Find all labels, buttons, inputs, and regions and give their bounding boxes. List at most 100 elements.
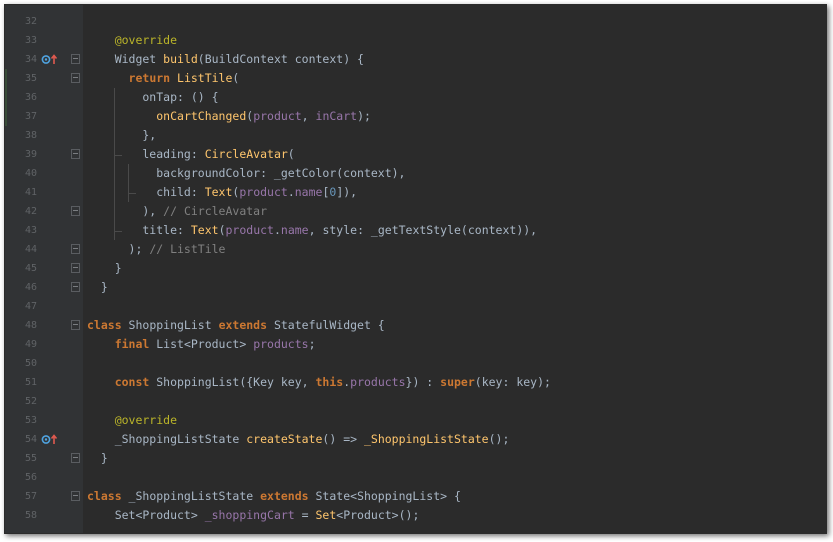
gutter-row: 38 bbox=[5, 126, 83, 145]
code-token: product bbox=[253, 109, 302, 123]
fold-toggle-icon[interactable] bbox=[71, 263, 80, 273]
code-line[interactable]: leading: CircleAvatar( bbox=[83, 145, 826, 164]
code-token: Set bbox=[315, 508, 337, 522]
line-number: 36 bbox=[24, 92, 37, 103]
code-line[interactable] bbox=[83, 392, 826, 411]
code-token: extends bbox=[218, 318, 274, 332]
code-token: ]), bbox=[336, 185, 358, 199]
code-line[interactable]: } bbox=[83, 259, 826, 278]
code-line-text: } bbox=[87, 259, 122, 278]
indent-guide bbox=[114, 88, 115, 240]
code-line[interactable]: class ShoppingList extends StatefulWidge… bbox=[83, 316, 826, 335]
code-line[interactable]: Widget build(BuildContext context) { bbox=[83, 50, 826, 69]
code-token: products bbox=[350, 375, 406, 389]
fold-toggle-icon[interactable] bbox=[71, 453, 80, 463]
gutter-row: 34 bbox=[5, 50, 83, 69]
gutter-row: 40 bbox=[5, 164, 83, 183]
code-line-text: @override bbox=[87, 31, 177, 50]
code-token: // CircleAvatar bbox=[163, 204, 268, 218]
code-line[interactable]: onCartChanged(product, inCart); bbox=[83, 107, 826, 126]
code-line[interactable]: ); // ListTile bbox=[83, 240, 826, 259]
code-token: Text bbox=[190, 223, 219, 237]
code-line[interactable]: _ShoppingListState createState() => _Sho… bbox=[83, 430, 826, 449]
fold-toggle-icon[interactable] bbox=[71, 149, 80, 159]
code-line[interactable]: Set<Product> _shoppingCart = Set<Product… bbox=[83, 506, 826, 525]
code-token: }, bbox=[87, 128, 157, 142]
code-line[interactable]: const ShoppingList({Key key, this.produc… bbox=[83, 373, 826, 392]
code-line-text: title: Text(product.name, style: _getTex… bbox=[87, 221, 537, 240]
line-number: 50 bbox=[24, 358, 37, 369]
code-token: } bbox=[87, 451, 108, 465]
indent-guide-branch bbox=[128, 193, 136, 194]
gutter-row: 33 bbox=[5, 31, 83, 50]
fold-toggle-icon[interactable] bbox=[71, 73, 80, 83]
code-token: child: bbox=[87, 185, 205, 199]
code-token: name bbox=[280, 223, 309, 237]
line-number: 48 bbox=[24, 320, 37, 331]
gutter-row: 52 bbox=[5, 392, 83, 411]
gutter-row: 46 bbox=[5, 278, 83, 297]
code-token: _ShoppingListState bbox=[87, 432, 247, 446]
code-line[interactable]: backgroundColor: _getColor(context), bbox=[83, 164, 826, 183]
code-line[interactable]: ), // CircleAvatar bbox=[83, 202, 826, 221]
code-line[interactable]: child: Text(product.name[0]), bbox=[83, 183, 826, 202]
code-line[interactable]: }, bbox=[83, 126, 826, 145]
editor-gutter: 32 33 34 35 36 37 38 39 40 41 42 43 44 45 46 47 48 49 50 51… bbox=[5, 5, 83, 533]
gutter-row: 56 bbox=[5, 468, 83, 487]
line-number: 58 bbox=[24, 510, 37, 521]
code-editor[interactable]: @override Widget build(BuildContext cont… bbox=[83, 5, 826, 533]
line-number: 35 bbox=[24, 73, 37, 84]
code-line[interactable]: final List<Product> products; bbox=[83, 335, 826, 354]
gutter-row: 41 bbox=[5, 183, 83, 202]
override-marker-icon[interactable] bbox=[41, 53, 58, 66]
fold-toggle-icon[interactable] bbox=[71, 244, 80, 254]
code-token: ; bbox=[308, 337, 316, 351]
code-token: Set<Product> bbox=[87, 508, 205, 522]
line-number: 55 bbox=[24, 453, 37, 464]
code-line[interactable]: } bbox=[83, 278, 826, 297]
code-line[interactable]: return ListTile( bbox=[83, 69, 826, 88]
code-token: @override bbox=[87, 33, 178, 47]
code-line[interactable] bbox=[83, 12, 826, 31]
code-token: } bbox=[87, 280, 108, 294]
line-number: 41 bbox=[24, 187, 37, 198]
code-token: Widget bbox=[87, 52, 164, 66]
code-line[interactable]: @override bbox=[83, 31, 826, 50]
code-token: State<ShoppingList> { bbox=[315, 489, 461, 503]
code-line[interactable] bbox=[83, 354, 826, 373]
code-token: const bbox=[114, 375, 157, 389]
code-line[interactable]: } bbox=[83, 449, 826, 468]
code-token: (BuildContext context) { bbox=[197, 52, 364, 66]
code-token: Text bbox=[204, 185, 233, 199]
code-line[interactable]: onTap: () { bbox=[83, 88, 826, 107]
line-number: 56 bbox=[24, 472, 37, 483]
code-token: ShoppingList bbox=[128, 318, 219, 332]
code-line-text: const ShoppingList({Key key, this.produc… bbox=[87, 373, 551, 392]
code-token: return bbox=[128, 71, 178, 85]
code-line[interactable]: @override bbox=[83, 411, 826, 430]
fold-toggle-icon[interactable] bbox=[71, 282, 80, 292]
code-line[interactable]: title: Text(product.name, style: _getTex… bbox=[83, 221, 826, 240]
code-token: CircleAvatar bbox=[204, 147, 288, 161]
override-marker-icon[interactable] bbox=[41, 433, 58, 446]
line-number: 49 bbox=[24, 339, 37, 350]
code-token: ( bbox=[232, 71, 240, 85]
code-token: extends bbox=[260, 489, 316, 503]
gutter-row: 54 bbox=[5, 430, 83, 449]
code-line[interactable] bbox=[83, 468, 826, 487]
gutter-row: 50 bbox=[5, 354, 83, 373]
fold-toggle-icon[interactable] bbox=[71, 54, 80, 64]
fold-toggle-icon[interactable] bbox=[71, 320, 80, 330]
code-token: , bbox=[301, 109, 316, 123]
fold-toggle-icon[interactable] bbox=[71, 491, 80, 501]
code-line[interactable] bbox=[83, 297, 826, 316]
line-number: 43 bbox=[24, 225, 37, 236]
fold-toggle-icon[interactable] bbox=[71, 206, 80, 216]
code-token: _shoppingCart bbox=[204, 508, 295, 522]
code-line[interactable]: class _ShoppingListState extends State<S… bbox=[83, 487, 826, 506]
code-token: // ListTile bbox=[149, 242, 226, 256]
gutter-row: 49 bbox=[5, 335, 83, 354]
gutter-row: 57 bbox=[5, 487, 83, 506]
gutter-row: 44 bbox=[5, 240, 83, 259]
code-token: onCartChanged bbox=[156, 109, 247, 123]
